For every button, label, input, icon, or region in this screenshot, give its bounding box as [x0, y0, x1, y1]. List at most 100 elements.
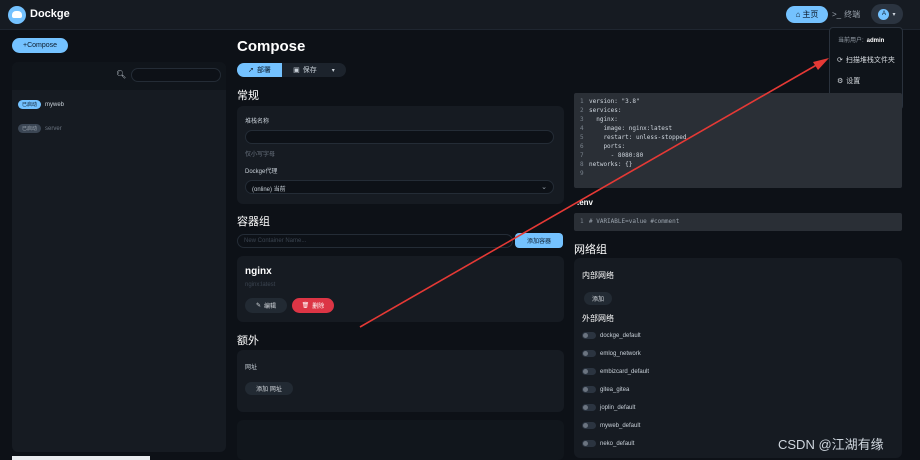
external-network-heading: 外部网络	[582, 314, 614, 323]
delete-service-button[interactable]: 🗑︎ 删除	[292, 298, 334, 313]
network-toggle[interactable]	[582, 350, 596, 357]
network-toggle[interactable]	[582, 440, 596, 447]
network-toggle[interactable]	[582, 332, 596, 339]
network-toggle[interactable]	[582, 368, 596, 375]
chevron-down-icon: ⌄	[541, 184, 547, 191]
line-number: 1	[580, 218, 584, 225]
search-input[interactable]	[131, 68, 221, 82]
network-name: emlog_network	[600, 350, 641, 357]
line-number: 2	[580, 107, 584, 114]
new-container-input[interactable]: New Container Name...	[237, 234, 513, 248]
user-menu-button[interactable]: A ▾	[871, 4, 903, 24]
internal-network-heading: 内部网络	[582, 271, 614, 280]
chevron-down-icon: ▾	[892, 11, 896, 18]
deploy-button[interactable]: ➚ 部署	[237, 63, 282, 77]
stack-name: server	[45, 125, 62, 132]
line-number: 6	[580, 143, 584, 150]
home-label: 主页	[802, 10, 819, 19]
compose-yaml-editor[interactable]: 1 version: "3.8" 2 services: 3 nginx: 4 im…	[574, 93, 902, 188]
add-url-button[interactable]: 添加 网址	[245, 382, 293, 395]
trash-icon: 🗑︎	[301, 303, 310, 309]
env-editor[interactable]: 1 # VARIABLE=value #comment	[574, 213, 902, 231]
network-toggle[interactable]	[582, 404, 596, 411]
network-item[interactable]: joplin_default	[582, 404, 635, 411]
extra-heading: 额外	[237, 335, 259, 347]
containers-heading: 容器组	[237, 216, 270, 228]
empty-panel	[237, 420, 564, 460]
code-text: networks: {}	[589, 161, 633, 168]
current-user-label: 当前用户:	[838, 38, 864, 44]
arrow-head	[813, 58, 829, 70]
terminal-label: 终端	[844, 10, 861, 19]
networks-card: 内部网络 添加 外部网络 dockge_default emlog_networ…	[574, 258, 902, 458]
avatar: A	[878, 8, 890, 20]
stack-item-server[interactable]: 已启动 server	[18, 124, 62, 133]
stack-list-header: 🔍︎	[12, 62, 226, 90]
code-line: 1 version: "3.8"	[580, 97, 896, 106]
network-name: dockge_default	[600, 332, 641, 339]
code-line: 4 image: nginx:latest	[580, 124, 896, 133]
networks-heading: 网络组	[574, 244, 607, 256]
code-line: 8 networks: {}	[580, 160, 896, 169]
line-number: 9	[580, 170, 584, 177]
service-image: nginx:latest	[245, 282, 276, 288]
network-item[interactable]: neko_default	[582, 440, 634, 447]
compose-label: Compose	[27, 42, 58, 49]
code-text: services:	[589, 107, 622, 114]
network-name: gitea_gitea	[600, 386, 630, 393]
network-item[interactable]: embizcard_default	[582, 368, 649, 375]
dockge-logo-icon[interactable]	[8, 6, 26, 24]
edit-service-button[interactable]: ✎ 编辑	[245, 298, 287, 313]
refresh-icon: ⟳	[837, 57, 843, 64]
chevron-down-icon[interactable]: ▾	[332, 67, 335, 74]
agent-select-value: (online) 当前	[252, 187, 286, 193]
network-toggle[interactable]	[582, 386, 596, 393]
network-toggle[interactable]	[582, 422, 596, 429]
network-item[interactable]: dockge_default	[582, 332, 641, 339]
stack-name: myweb	[45, 101, 65, 108]
edit-icon: ✎	[255, 303, 261, 309]
menu-item-scan-stacks[interactable]: ⟳ 扫描堆栈文件夹	[837, 55, 895, 65]
env-label: .env	[577, 198, 594, 207]
app-brand[interactable]: Dockge	[30, 8, 70, 20]
gear-icon: ⚙	[837, 78, 844, 85]
network-item[interactable]: gitea_gitea	[582, 386, 629, 393]
code-text: version: "3.8"	[589, 98, 640, 105]
save-icon: ▣	[293, 67, 300, 74]
agent-select[interactable]: (online) 当前 ⌄	[245, 180, 554, 194]
rocket-icon: ➚	[248, 67, 254, 74]
code-line: 9	[580, 169, 896, 178]
network-item[interactable]: myweb_default	[582, 422, 640, 429]
code-text: ports:	[589, 143, 626, 150]
new-compose-button[interactable]: + Compose	[12, 38, 68, 53]
save-button[interactable]: ▣ 保存 ▾	[282, 63, 346, 77]
menu-item-settings[interactable]: ⚙ 设置	[837, 76, 860, 86]
terminal-button[interactable]: >_ 终端	[832, 6, 868, 23]
add-container-button[interactable]: 添加容器	[515, 233, 563, 248]
general-heading: 常规	[237, 90, 259, 102]
delete-label: 删除	[312, 304, 325, 310]
page-title: Compose	[237, 38, 306, 55]
stack-name-input[interactable]	[245, 130, 554, 144]
line-number: 8	[580, 161, 584, 168]
terminal-icon: >_	[832, 10, 842, 19]
top-navbar: Dockge ⌂ 主页 >_ 终端 A ▾	[0, 0, 920, 30]
stack-name-label: 堆栈名称	[245, 119, 270, 125]
bottom-strip	[12, 456, 150, 460]
code-line: 2 services:	[580, 106, 896, 115]
stack-name-hint: 仅小写字母	[245, 152, 276, 158]
home-icon: ⌂	[795, 10, 801, 19]
current-username: admin	[866, 38, 885, 44]
current-user: 当前用户: admin	[838, 35, 884, 44]
network-item[interactable]: emlog_network	[582, 350, 641, 357]
line-number: 7	[580, 152, 584, 159]
code-line: 3 nginx:	[580, 115, 896, 124]
line-number: 4	[580, 125, 584, 132]
code-text: image: nginx:latest	[589, 125, 673, 132]
line-number: 3	[580, 116, 584, 123]
stack-item-myweb[interactable]: 已启动 myweb	[18, 100, 64, 109]
home-button[interactable]: ⌂ 主页	[786, 6, 828, 23]
add-network-button[interactable]: 添加	[584, 292, 612, 305]
menu-item-label: 设置	[846, 78, 861, 85]
code-text: - 8080:80	[589, 152, 644, 159]
